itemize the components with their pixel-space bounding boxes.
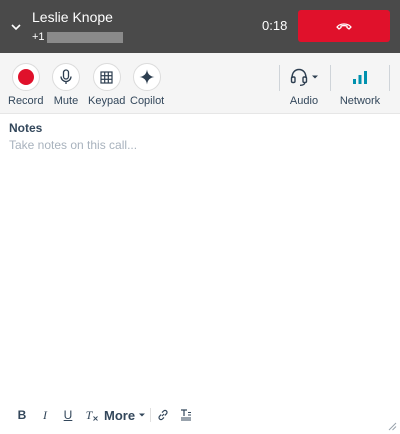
resize-handle-icon[interactable] [387, 421, 397, 431]
italic-button[interactable]: I [39, 406, 51, 424]
keypad-icon [100, 70, 113, 84]
network-label: Network [339, 95, 381, 107]
toolbar-divider [330, 65, 331, 91]
notes-section: Notes Take notes on this call... [9, 121, 389, 152]
editor-toolbar: B I U T More [0, 402, 400, 428]
link-icon [158, 409, 168, 421]
record-label: Record [8, 95, 44, 107]
chevron-down-icon [11, 23, 21, 30]
editor-divider [150, 408, 151, 422]
number-prefix: +1 [32, 31, 45, 43]
network-control [339, 63, 381, 91]
clear-formatting-button[interactable]: T [85, 406, 99, 424]
more-formatting-button[interactable]: More [104, 406, 146, 424]
copilot-control [133, 63, 162, 91]
keypad-control [92, 63, 121, 91]
call-controls-toolbar: Record Mute Keypad Copilot Audio Network [0, 53, 400, 114]
headset-icon [290, 68, 308, 86]
network-signal-icon [353, 71, 367, 84]
microphone-icon [60, 69, 72, 84]
record-control [11, 63, 40, 91]
contact-number: +1 [32, 31, 123, 43]
record-button[interactable]: Record [8, 63, 43, 107]
record-icon [17, 69, 34, 85]
sparkle-icon [139, 69, 155, 85]
copilot-button[interactable]: Copilot [130, 63, 164, 107]
insert-snippet-button[interactable] [179, 406, 193, 424]
insert-link-button[interactable] [156, 406, 170, 424]
notes-input[interactable]: Take notes on this call... [9, 138, 389, 152]
keypad-button[interactable]: Keypad [88, 63, 125, 107]
redacted-number [46, 31, 123, 43]
hang-up-phone-icon [336, 23, 352, 30]
mute-control [52, 63, 80, 91]
toolbar-divider [389, 65, 390, 91]
audio-button[interactable]: Audio [289, 63, 319, 107]
audio-label: Audio [289, 95, 319, 107]
toolbar-divider [279, 65, 280, 91]
caret-down-icon [139, 413, 146, 417]
underline-button[interactable]: U [62, 406, 74, 424]
clear-formatting-icon: T [85, 407, 93, 422]
text-snippet-icon [181, 409, 191, 421]
caret-down-icon [312, 75, 318, 79]
mute-button[interactable]: Mute [52, 63, 80, 107]
more-label: More [104, 407, 136, 423]
call-header: Leslie Knope +1 0:18 [0, 0, 400, 53]
hang-up-button[interactable] [298, 10, 390, 42]
contact-name: Leslie Knope [32, 9, 113, 25]
keypad-label: Keypad [88, 95, 126, 107]
audio-control [289, 63, 319, 91]
notes-title: Notes [9, 121, 43, 135]
clear-x-icon [93, 415, 99, 421]
bold-button[interactable]: B [16, 406, 28, 424]
copilot-label: Copilot [130, 95, 165, 107]
call-timer: 0:18 [262, 18, 288, 33]
mute-label: Mute [53, 95, 79, 107]
network-button[interactable]: Network [339, 63, 381, 107]
collapse-button[interactable] [6, 18, 26, 36]
